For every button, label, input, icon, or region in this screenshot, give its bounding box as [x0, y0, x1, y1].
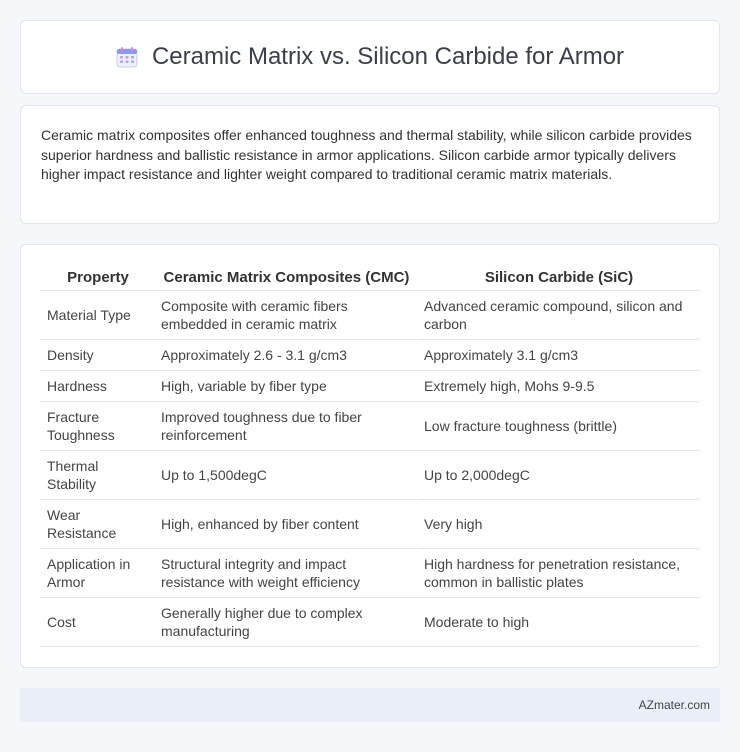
table-cell: Thermal Stability [41, 451, 155, 500]
table-cell: Up to 2,000degC [418, 451, 700, 500]
table-cell: Cost [41, 598, 155, 647]
table-row: Cost Generally higher due to complex man… [41, 598, 700, 647]
page-title: Ceramic Matrix vs. Silicon Carbide for A… [151, 43, 625, 70]
table-row: Fracture Toughness Improved toughness du… [41, 402, 700, 451]
calendar-icon [116, 46, 138, 68]
table-cell: Application in Armor [41, 549, 155, 598]
table-row: Wear Resistance High, enhanced by fiber … [41, 500, 700, 549]
table-row: Thermal Stability Up to 1,500degC Up to … [41, 451, 700, 500]
table-cell: Wear Resistance [41, 500, 155, 549]
table-cell: High, enhanced by fiber content [155, 500, 418, 549]
table-cell: High hardness for penetration resistance… [418, 549, 700, 598]
table-cell: Structural integrity and impact resistan… [155, 549, 418, 598]
table-cell: Advanced ceramic compound, silicon and c… [418, 291, 700, 340]
summary-text: Ceramic matrix composites offer enhanced… [41, 127, 692, 182]
table-cell: Hardness [41, 371, 155, 402]
table-row: Hardness High, variable by fiber type Ex… [41, 371, 700, 402]
footer: AZmater.com [20, 688, 720, 722]
table-row: Density Approximately 2.6 - 3.1 g/cm3 Ap… [41, 340, 700, 371]
table-cell: Composite with ceramic fibers embedded i… [155, 291, 418, 340]
comparison-card: Property Ceramic Matrix Composites (CMC)… [20, 244, 720, 668]
table-cell: Improved toughness due to fiber reinforc… [155, 402, 418, 451]
title-wrap: Ceramic Matrix vs. Silicon Carbide for A… [116, 43, 624, 71]
table-cell: Material Type [41, 291, 155, 340]
column-header: Ceramic Matrix Composites (CMC) [155, 263, 418, 291]
table-cell: Approximately 2.6 - 3.1 g/cm3 [155, 340, 418, 371]
table-cell: Density [41, 340, 155, 371]
table-cell: Extremely high, Mohs 9-9.5 [418, 371, 700, 402]
column-header: Silicon Carbide (SiC) [418, 263, 700, 291]
column-header: Property [41, 263, 155, 291]
table-cell: Very high [418, 500, 700, 549]
table-row: Material Type Composite with ceramic fib… [41, 291, 700, 340]
summary-card: Ceramic matrix composites offer enhanced… [20, 105, 720, 224]
table-cell: High, variable by fiber type [155, 371, 418, 402]
table-cell: Approximately 3.1 g/cm3 [418, 340, 700, 371]
table-cell: Up to 1,500degC [155, 451, 418, 500]
table-cell: Generally higher due to complex manufact… [155, 598, 418, 647]
table-cell: Moderate to high [418, 598, 700, 647]
table-row: Application in Armor Structural integrit… [41, 549, 700, 598]
table-cell: Fracture Toughness [41, 402, 155, 451]
table-cell: Low fracture toughness (brittle) [418, 402, 700, 451]
table-header-row: Property Ceramic Matrix Composites (CMC)… [41, 263, 700, 291]
comparison-table: Property Ceramic Matrix Composites (CMC)… [41, 263, 700, 647]
title-card: Ceramic Matrix vs. Silicon Carbide for A… [20, 20, 720, 94]
footer-brand: AZmater.com [638, 698, 710, 712]
